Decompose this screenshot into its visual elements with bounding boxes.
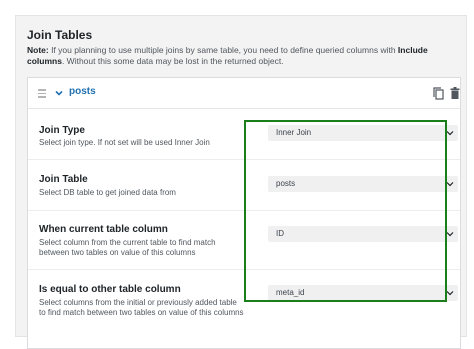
row-join-table: Join Table Select DB table to get joined…: [28, 160, 460, 211]
note-text-1: If you planning to use multiple joins by…: [48, 45, 398, 55]
note-label: Note:: [27, 45, 49, 55]
join-card: posts Join Type Select join type. If not…: [27, 77, 461, 349]
row-description: Select column from the current table to …: [39, 238, 216, 257]
select-value: posts: [276, 179, 296, 188]
note-text-2: . Without this some data may be lost in …: [61, 56, 284, 66]
join-table-select[interactable]: posts: [268, 176, 458, 192]
caret-down-icon: [446, 182, 454, 187]
caret-down-icon: [446, 291, 454, 296]
select-value: Inner Join: [276, 128, 312, 137]
copy-icon[interactable]: [433, 87, 444, 100]
chevron-down-icon[interactable]: [54, 88, 64, 98]
row-other-column: Is equal to other table column Select co…: [28, 270, 460, 348]
other-column-select[interactable]: meta_id: [268, 285, 458, 301]
trash-icon[interactable]: [450, 87, 460, 99]
row-current-column: When current table column Select column …: [28, 211, 460, 270]
drag-handle-icon[interactable]: [38, 89, 46, 98]
row-label: Join Table: [39, 174, 88, 185]
row-description: Select DB table to get joined data from: [39, 188, 176, 197]
row-join-type: Join Type Select join type. If not set w…: [28, 109, 460, 160]
join-card-header[interactable]: posts: [28, 78, 460, 109]
section-note: Note: If you planning to use multiple jo…: [27, 45, 457, 67]
row-description: Select columns from the initial or previ…: [39, 298, 244, 317]
join-tables-panel: Join Tables Note: If you planning to use…: [15, 15, 467, 349]
caret-down-icon: [446, 131, 454, 136]
caret-down-icon: [446, 232, 454, 237]
select-value: meta_id: [276, 288, 305, 297]
select-value: ID: [276, 229, 284, 238]
join-type-select[interactable]: Inner Join: [268, 125, 458, 141]
section-title: Join Tables: [27, 28, 93, 42]
current-column-select[interactable]: ID: [268, 226, 458, 242]
row-label: Join Type: [39, 125, 85, 136]
row-description: Select join type. If not set will be use…: [39, 138, 210, 147]
row-label: When current table column: [39, 224, 168, 235]
join-name[interactable]: posts: [69, 86, 96, 97]
row-label: Is equal to other table column: [39, 284, 181, 295]
